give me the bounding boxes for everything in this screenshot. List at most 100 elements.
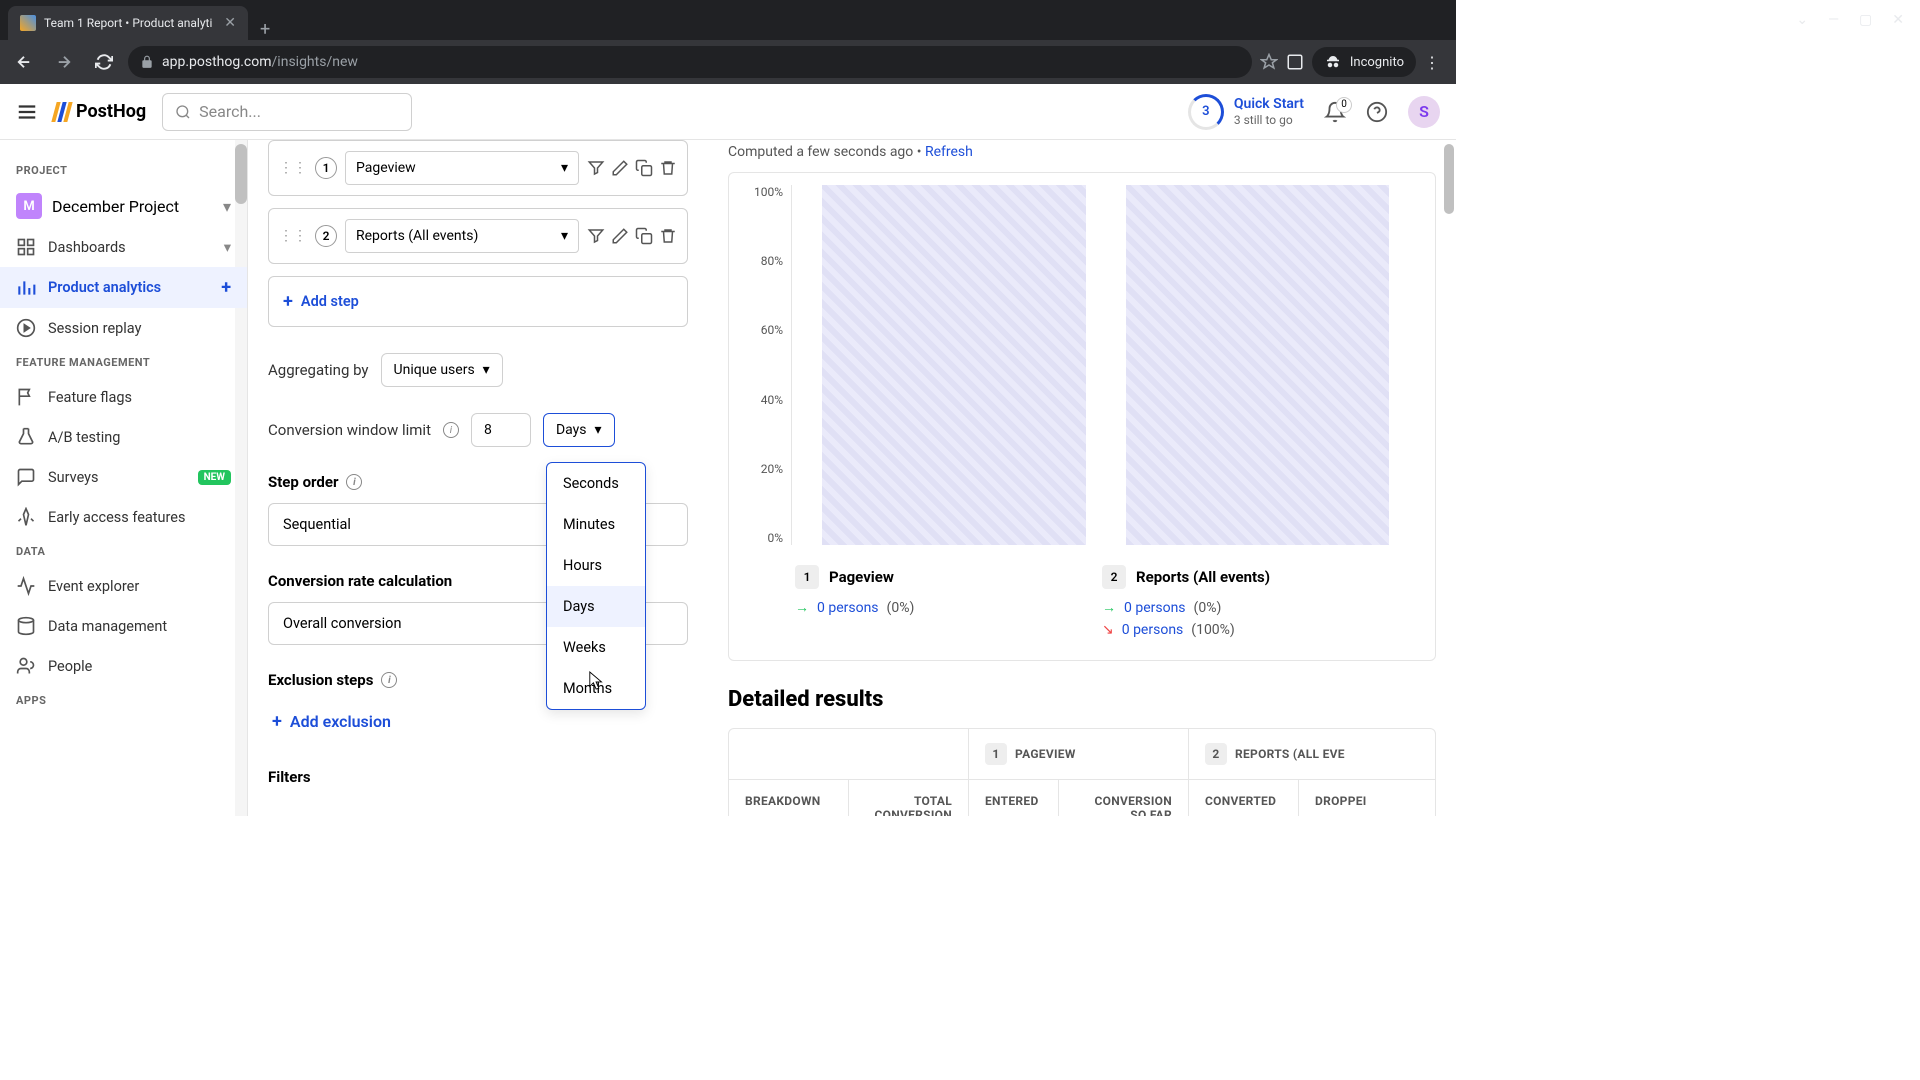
detailed-results-heading: Detailed results — [728, 687, 1436, 712]
funnel-chart: 100% 80% 60% 40% 20% 0% 1 — [728, 172, 1436, 661]
add-step-button[interactable]: + Add step — [268, 276, 688, 327]
results-scrollbar[interactable] — [1444, 144, 1454, 214]
persons-link[interactable]: 0 persons — [1122, 622, 1184, 638]
unit-dropdown: Seconds Minutes Hours Days Weeks Months — [546, 462, 646, 710]
url-text: app.posthog.com/insights/new — [162, 54, 358, 70]
flag-icon — [16, 387, 36, 407]
edit-icon[interactable] — [611, 159, 629, 177]
sidebar-item-event-explorer[interactable]: Event explorer — [0, 566, 247, 606]
maximize-icon[interactable]: ▢ — [1859, 12, 1872, 28]
step-number: 2 — [315, 225, 337, 247]
sidebar-item-ab-testing[interactable]: A/B testing — [0, 417, 247, 457]
drag-handle-icon[interactable]: ⋮⋮ — [279, 228, 307, 244]
quick-start-button[interactable]: 3 Quick Start 3 still to go — [1188, 94, 1304, 130]
sidebar-item-session-replay[interactable]: Session replay — [0, 308, 247, 348]
legend-item-2: 2 Reports (All events) → 0 persons (0%) … — [1102, 565, 1369, 644]
drag-handle-icon[interactable]: ⋮⋮ — [279, 160, 307, 176]
address-bar[interactable]: app.posthog.com/insights/new — [128, 46, 1252, 78]
sidebar-item-data-management[interactable]: Data management — [0, 606, 247, 646]
help-button[interactable] — [1366, 101, 1388, 123]
reload-link[interactable]: Refresh — [925, 144, 973, 160]
extensions-icon[interactable] — [1286, 53, 1304, 71]
dropdown-item-hours[interactable]: Hours — [547, 545, 645, 586]
aggregating-label: Aggregating by — [268, 361, 369, 379]
minimize-icon[interactable]: — — [1828, 12, 1839, 28]
filter-icon[interactable] — [587, 227, 605, 245]
search-input[interactable]: Search... — [162, 93, 412, 131]
dropdown-item-days[interactable]: Days — [547, 586, 645, 627]
dropdown-item-seconds[interactable]: Seconds — [547, 463, 645, 504]
tab-bar: Team 1 Report • Product analyti ✕ + — [0, 0, 1456, 40]
sidebar-item-product-analytics[interactable]: Product analytics + — [0, 267, 247, 308]
flask-icon — [16, 427, 36, 447]
new-tab-button[interactable]: + — [248, 19, 282, 40]
copy-icon[interactable] — [635, 159, 653, 177]
chat-icon — [16, 467, 36, 487]
back-button[interactable] — [8, 46, 40, 78]
browser-chrome: ⌄ — ▢ ✕ Team 1 Report • Product analyti … — [0, 0, 1456, 84]
incognito-badge[interactable]: Incognito — [1312, 47, 1416, 77]
step-event-select[interactable]: Reports (All events) ▾ — [345, 219, 579, 253]
sidebar-item-early-access[interactable]: Early access features — [0, 497, 247, 537]
section-label-apps: APPS — [0, 686, 247, 715]
project-selector[interactable]: M December Project ▾ — [0, 185, 247, 227]
conversion-unit-select[interactable]: Days ▾ — [543, 413, 615, 447]
th-total-conversion: TOTAL CONVERSION — [849, 780, 969, 816]
plus-icon[interactable]: + — [221, 277, 231, 298]
trash-icon[interactable] — [659, 227, 677, 245]
bars-area — [791, 185, 1419, 545]
copy-icon[interactable] — [635, 227, 653, 245]
conversion-rate-label: Conversion rate calculation — [268, 572, 452, 590]
logo[interactable]: PostHog — [54, 101, 146, 122]
bookmark-icon[interactable] — [1260, 53, 1278, 71]
bar-step-2[interactable] — [1126, 185, 1390, 545]
info-icon[interactable]: i — [443, 422, 459, 438]
dropdown-item-weeks[interactable]: Weeks — [547, 627, 645, 668]
browser-tab[interactable]: Team 1 Report • Product analyti ✕ — [8, 6, 248, 40]
kebab-icon[interactable]: ⋮ — [1424, 53, 1440, 72]
forward-button[interactable] — [48, 46, 80, 78]
filters-label: Filters — [268, 768, 311, 786]
funnel-step-1: ⋮⋮ 1 Pageview ▾ — [268, 140, 688, 196]
activity-icon — [16, 576, 36, 596]
chevron-down-icon[interactable]: ⌄ — [1796, 12, 1808, 28]
aggregating-select[interactable]: Unique users ▾ — [381, 353, 503, 387]
avatar[interactable]: S — [1408, 96, 1440, 128]
info-icon[interactable]: i — [381, 672, 397, 688]
app-header: PostHog Search... 3 Quick Start 3 still … — [0, 84, 1456, 140]
info-icon[interactable]: i — [346, 474, 362, 490]
filter-icon[interactable] — [587, 159, 605, 177]
section-label-feature: FEATURE MANAGEMENT — [0, 348, 247, 377]
persons-link[interactable]: 0 persons — [817, 600, 879, 616]
th-conversion-so-far: CONVERSION SO FAR — [1059, 780, 1189, 816]
dropdown-item-months[interactable]: Months — [547, 668, 645, 709]
chevron-down-icon: ▾ — [595, 422, 602, 438]
favicon-icon — [20, 15, 36, 31]
edit-icon[interactable] — [611, 227, 629, 245]
conversion-window-input[interactable] — [471, 413, 531, 447]
plus-icon: + — [283, 291, 293, 312]
section-label-project: PROJECT — [0, 156, 247, 185]
search-icon — [175, 104, 191, 120]
tab-close-icon[interactable]: ✕ — [224, 15, 236, 31]
toolbar-right: Incognito ⋮ — [1260, 47, 1448, 77]
chevron-down-icon: ▾ — [224, 239, 231, 256]
bar-step-1[interactable] — [822, 185, 1086, 545]
sidebar-item-dashboards[interactable]: Dashboards ▾ — [0, 227, 247, 267]
notifications-button[interactable]: 0 — [1324, 101, 1346, 123]
sidebar-item-surveys[interactable]: Surveys NEW — [0, 457, 247, 497]
persons-link[interactable]: 0 persons — [1124, 600, 1186, 616]
dropdown-item-minutes[interactable]: Minutes — [547, 504, 645, 545]
step-order-label: Step order — [268, 473, 338, 491]
chevron-down-icon: ▾ — [483, 362, 490, 378]
step-number: 1 — [315, 157, 337, 179]
main-layout: PROJECT M December Project ▾ Dashboards … — [0, 140, 1456, 816]
address-bar-row: app.posthog.com/insights/new Incognito ⋮ — [0, 40, 1456, 84]
close-icon[interactable]: ✕ — [1892, 12, 1904, 28]
reload-button[interactable] — [88, 46, 120, 78]
menu-button[interactable] — [16, 101, 38, 123]
step-event-select[interactable]: Pageview ▾ — [345, 151, 579, 185]
sidebar-item-feature-flags[interactable]: Feature flags — [0, 377, 247, 417]
trash-icon[interactable] — [659, 159, 677, 177]
sidebar-item-people[interactable]: People — [0, 646, 247, 686]
